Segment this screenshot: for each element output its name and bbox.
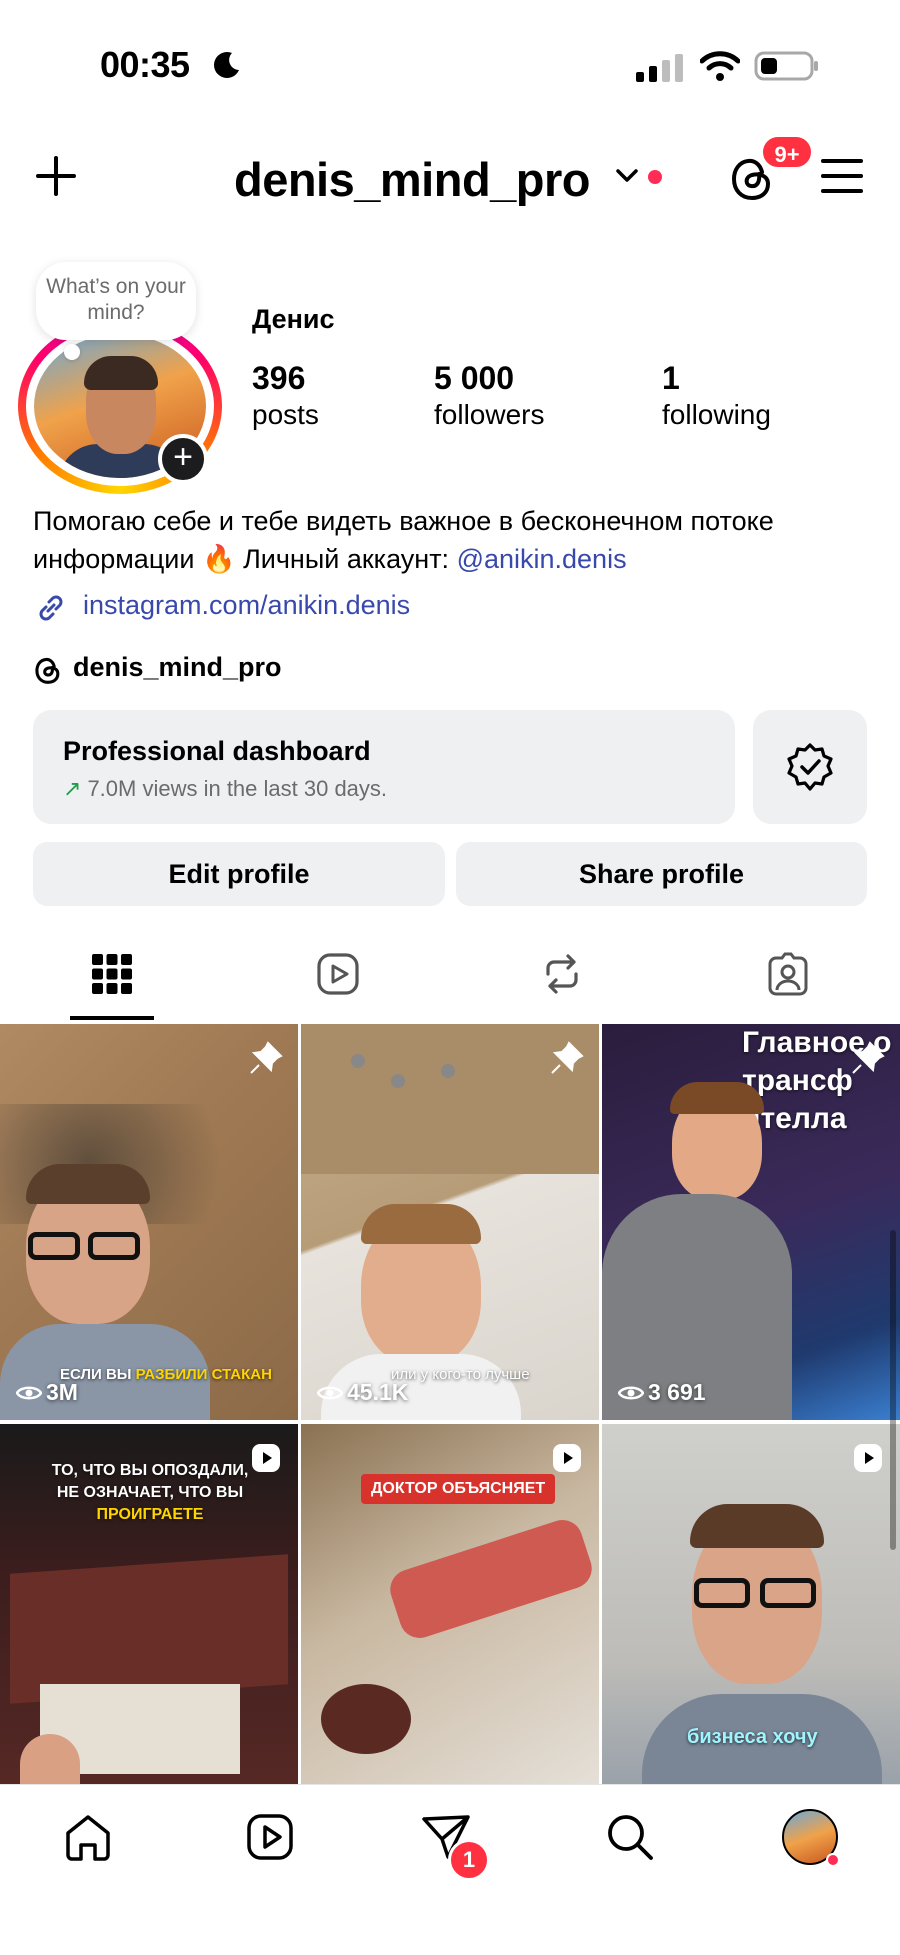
tab-grid[interactable] bbox=[70, 940, 154, 1020]
note-bubble-text: What’s on your mind? bbox=[46, 275, 186, 324]
status-bar: 00:35 bbox=[0, 0, 900, 130]
repost-icon bbox=[546, 954, 578, 994]
profile-tabs bbox=[0, 940, 900, 1024]
view-count: 3 691 bbox=[617, 1379, 706, 1406]
username-title[interactable]: denis_mind_pro bbox=[234, 152, 591, 207]
stat-posts-label: posts bbox=[252, 399, 319, 430]
menu-icon[interactable] bbox=[820, 156, 864, 196]
tab-reposts[interactable] bbox=[520, 940, 604, 1020]
account-notification-dot bbox=[648, 170, 662, 184]
grid-post[interactable]: ТО, ЧТО ВЫ ОПОЗДАЛИ, НЕ ОЗНАЧАЕТ, ЧТО ВЫ… bbox=[0, 1424, 298, 1784]
eye-icon bbox=[316, 1386, 344, 1400]
stat-followers-value: 5 000 bbox=[434, 360, 515, 396]
view-count: 3M bbox=[15, 1379, 78, 1406]
link-icon bbox=[39, 595, 63, 621]
verified-badge-icon bbox=[787, 743, 833, 791]
grid-post[interactable]: бизнеса хочу bbox=[602, 1424, 900, 1784]
cellular-signal-icon bbox=[636, 54, 683, 82]
nav-home[interactable] bbox=[62, 1811, 122, 1871]
stat-followers[interactable]: 5 000 followers bbox=[434, 360, 544, 431]
stat-following[interactable]: 1 following bbox=[662, 360, 771, 431]
bottom-navigation: 1 bbox=[0, 1784, 900, 1955]
moon-icon bbox=[214, 52, 239, 78]
profile-header: denis_mind_pro 9+ bbox=[0, 130, 900, 230]
stat-posts-value: 396 bbox=[252, 360, 306, 396]
bio-mention-link[interactable]: @anikin.denis bbox=[457, 544, 627, 574]
professional-dashboard[interactable]: Professional dashboard ↗ 7.0M views in th… bbox=[33, 710, 735, 824]
grid-post[interactable]: ЕСЛИ ВЫ РАЗБИЛИ СТАКАН 3M bbox=[0, 1024, 298, 1420]
stat-following-value: 1 bbox=[662, 360, 680, 396]
home-icon bbox=[66, 1815, 110, 1861]
tagged-person-icon bbox=[768, 952, 808, 996]
reels-icon bbox=[317, 953, 359, 995]
share-profile-button[interactable]: Share profile bbox=[456, 842, 867, 906]
threads-small-icon bbox=[35, 657, 60, 684]
active-tab-indicator bbox=[70, 1016, 154, 1020]
stat-posts[interactable]: 396 posts bbox=[252, 360, 319, 431]
stat-following-label: following bbox=[662, 399, 771, 430]
nav-search[interactable] bbox=[604, 1811, 664, 1871]
profile-bio: Помогаю себе и тебе видеть важное в беск… bbox=[33, 502, 873, 578]
note-bubble[interactable]: What’s on your mind? bbox=[36, 262, 196, 340]
battery-icon bbox=[754, 51, 818, 81]
pin-icon bbox=[250, 1041, 283, 1074]
edit-profile-button[interactable]: Edit profile bbox=[33, 842, 445, 906]
dashboard-subtitle: ↗ 7.0M views in the last 30 days. bbox=[63, 776, 387, 802]
note-bubble-tail bbox=[64, 344, 80, 360]
grid-icon bbox=[92, 954, 132, 994]
meta-verified-button[interactable] bbox=[753, 710, 867, 824]
tab-reels[interactable] bbox=[296, 940, 380, 1020]
pin-icon bbox=[852, 1041, 885, 1074]
reel-icon bbox=[854, 1444, 882, 1472]
dashboard-views-text: 7.0M views in the last 30 days. bbox=[87, 776, 388, 801]
dashboard-title: Professional dashboard bbox=[63, 736, 371, 766]
chevron-down-icon[interactable] bbox=[614, 166, 640, 186]
post-caption: бизнеса хочу bbox=[687, 1726, 818, 1748]
profile-notification-dot bbox=[826, 1853, 840, 1867]
scrollbar[interactable] bbox=[890, 1230, 896, 1550]
add-story-button[interactable]: + bbox=[158, 434, 208, 484]
grid-post[interactable]: ДОКТОР ОБЪЯСНЯЕТ bbox=[301, 1424, 599, 1784]
stat-followers-label: followers bbox=[434, 399, 545, 430]
status-time: 00:35 bbox=[100, 44, 190, 85]
post-caption: ЕСЛИ ВЫ РАЗБИЛИ СТАКАН bbox=[60, 1366, 272, 1383]
messages-badge: 1 bbox=[448, 1839, 490, 1881]
wifi-icon bbox=[700, 51, 740, 81]
post-caption: ТО, ЧТО ВЫ ОПОЗДАЛИ, НЕ ОЗНАЧАЕТ, ЧТО ВЫ… bbox=[51, 1462, 249, 1523]
reels-icon bbox=[247, 1814, 293, 1860]
nav-reels[interactable] bbox=[244, 1811, 304, 1871]
posts-grid: ЕСЛИ ВЫ РАЗБИЛИ СТАКАН 3M или у кого-то … bbox=[0, 1024, 900, 1784]
eye-icon bbox=[617, 1386, 645, 1400]
post-label: ДОКТОР ОБЪЯСНЯЕТ bbox=[361, 1474, 556, 1504]
reel-icon bbox=[553, 1444, 581, 1472]
view-count: 45.1K bbox=[316, 1379, 408, 1406]
bio-text: Помогаю себе и тебе видеть важное в беск… bbox=[33, 506, 774, 574]
pin-icon bbox=[551, 1041, 584, 1074]
eye-icon bbox=[15, 1386, 43, 1400]
threads-handle: denis_mind_pro bbox=[73, 652, 282, 682]
profile-link-text[interactable]: instagram.com/anikin.denis bbox=[83, 590, 410, 621]
search-icon bbox=[608, 1815, 653, 1860]
profile-avatar[interactable]: + bbox=[18, 318, 224, 494]
create-plus-icon[interactable] bbox=[34, 154, 78, 198]
post-caption: или у кого-то лучше bbox=[391, 1366, 530, 1383]
tab-tagged[interactable] bbox=[746, 940, 830, 1020]
grid-post[interactable]: или у кого-то лучше 45.1K bbox=[301, 1024, 599, 1420]
notifications-badge: 9+ bbox=[760, 134, 814, 170]
trend-up-icon: ↗ bbox=[63, 776, 82, 801]
display-name: Денис bbox=[252, 304, 335, 334]
grid-post[interactable]: Главное о трансф ителла 3 691 bbox=[602, 1024, 900, 1420]
